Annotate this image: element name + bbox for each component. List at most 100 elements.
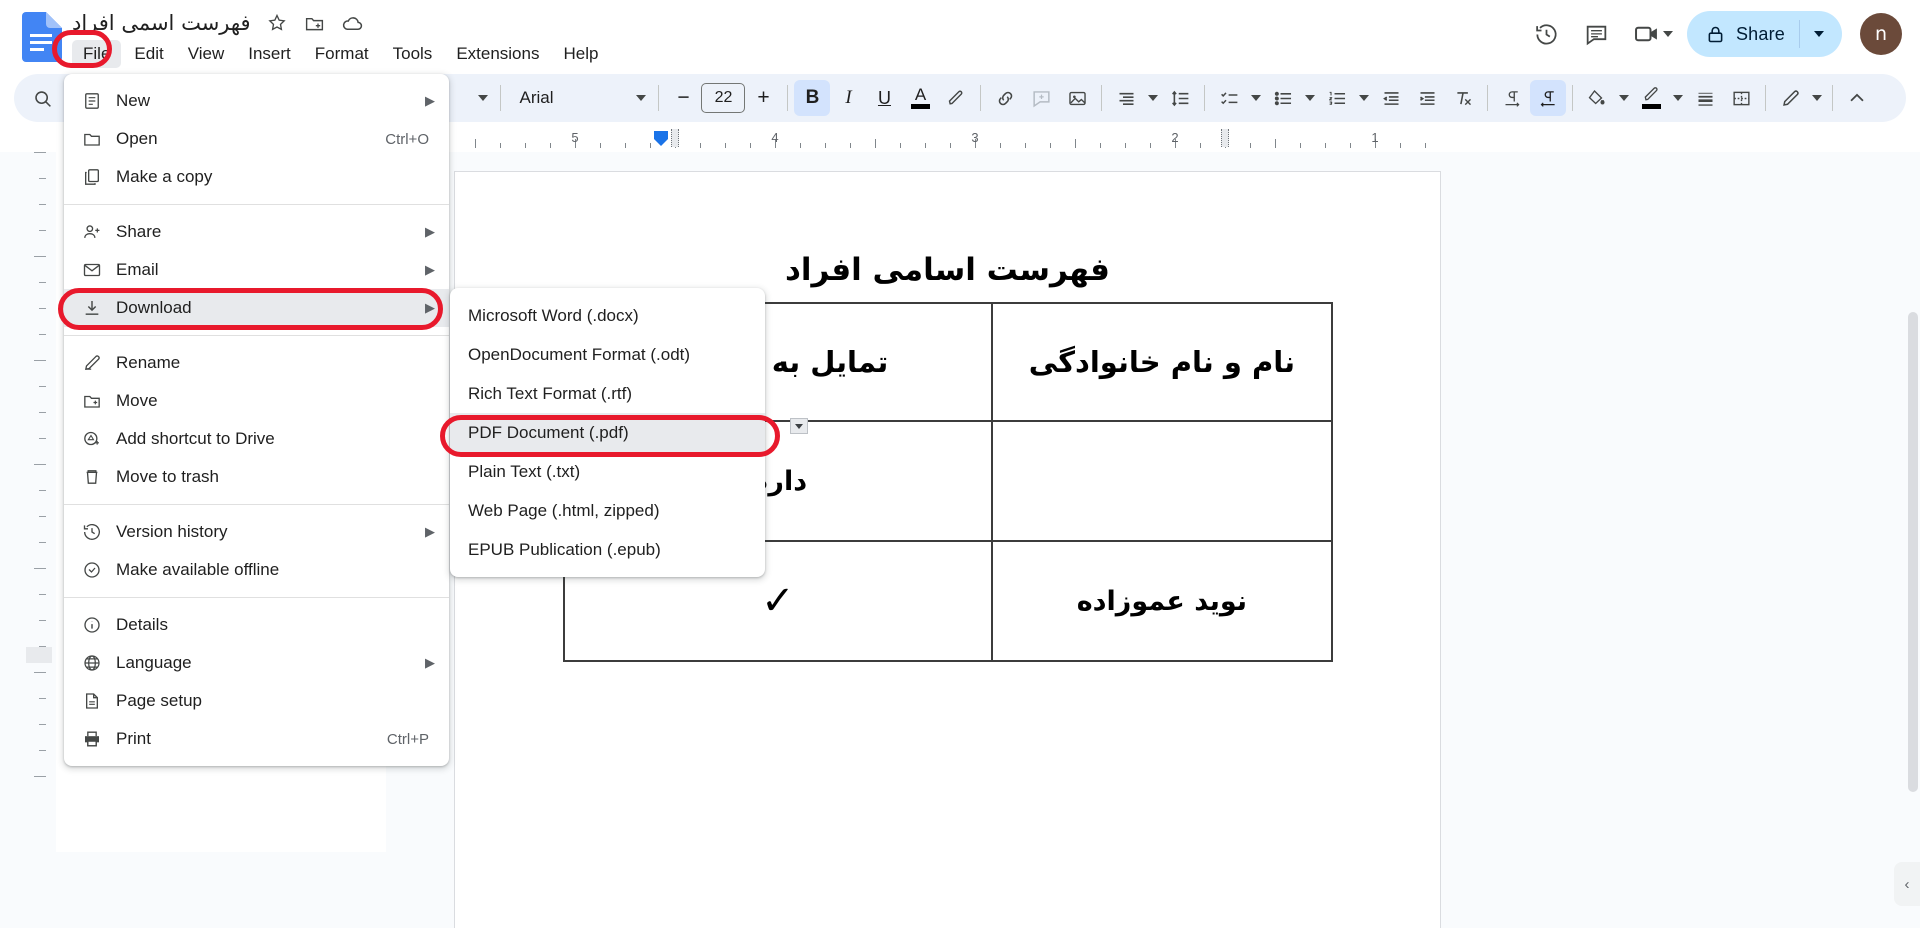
menu-insert[interactable]: Insert (237, 40, 302, 68)
margin-marker-left[interactable] (671, 129, 679, 147)
menu-item-new[interactable]: New ▶ (64, 82, 449, 120)
submenu-item-html[interactable]: Web Page (.html, zipped) (450, 491, 765, 530)
meet-chevron-down-icon[interactable] (1662, 31, 1673, 37)
left-indent-marker[interactable] (653, 130, 669, 152)
file-menu-dropdown[interactable]: New ▶ Open Ctrl+O Make a copy Share ▶ Em… (64, 74, 449, 766)
cloud-saved-icon[interactable] (341, 11, 365, 35)
margin-marker-right[interactable] (1221, 129, 1229, 147)
menu-item-label: Version history (116, 522, 228, 541)
menu-file[interactable]: File (72, 40, 122, 68)
clear-formatting-icon[interactable] (1445, 80, 1481, 116)
checklist-chevron-down-icon[interactable] (1247, 80, 1265, 116)
editing-mode-chevron-down-icon[interactable] (1808, 80, 1826, 116)
italic-button[interactable]: I (830, 80, 866, 116)
vertical-ruler[interactable] (26, 152, 52, 852)
fill-color-chevron-down-icon[interactable] (1615, 80, 1633, 116)
submenu-item-epub[interactable]: EPUB Publication (.epub) (450, 530, 765, 569)
share-chevron-down-icon[interactable] (1802, 17, 1836, 51)
submenu-item-pdf[interactable]: PDF Document (.pdf) (450, 413, 765, 452)
font-family-select[interactable]: Arial (507, 80, 652, 116)
scrollbar-thumb[interactable] (1908, 312, 1918, 792)
table-cell-dropdown-icon[interactable] (790, 418, 808, 434)
info-icon (82, 615, 116, 635)
comment-history-icon[interactable] (1575, 12, 1619, 56)
menu-item-label: Add shortcut to Drive (116, 429, 275, 448)
document-heading: فهرست اسامی افراد (785, 252, 1110, 288)
right-to-left-icon[interactable] (1530, 80, 1567, 116)
border-color-icon[interactable] (1633, 80, 1669, 116)
fill-color-icon[interactable] (1579, 80, 1615, 116)
collapse-toolbar-icon[interactable] (1839, 80, 1875, 116)
menu-tools[interactable]: Tools (382, 40, 444, 68)
numbered-list-chevron-down-icon[interactable] (1355, 80, 1373, 116)
submenu-item-odt[interactable]: OpenDocument Format (.odt) (450, 335, 765, 374)
menu-item-label: Download (116, 298, 192, 317)
menu-item-details[interactable]: Details (64, 606, 449, 644)
decrease-indent-icon[interactable] (1373, 80, 1409, 116)
increase-font-size-button[interactable]: + (745, 80, 781, 116)
border-color-chevron-down-icon[interactable] (1669, 80, 1687, 116)
menu-item-open[interactable]: Open Ctrl+O (64, 120, 449, 158)
insert-image-icon[interactable] (1059, 80, 1095, 116)
underline-button[interactable]: U (866, 80, 902, 116)
increase-indent-icon[interactable] (1409, 80, 1445, 116)
download-submenu[interactable]: Microsoft Word (.docx) OpenDocument Form… (450, 288, 765, 577)
menu-help[interactable]: Help (552, 40, 609, 68)
menu-edit[interactable]: Edit (123, 40, 174, 68)
ruler-track[interactable]: 5 4 3 2 1 (455, 128, 1455, 152)
font-size-input[interactable]: 22 (701, 83, 746, 113)
bulleted-list-chevron-down-icon[interactable] (1301, 80, 1319, 116)
submenu-item-rtf[interactable]: Rich Text Format (.rtf) (450, 374, 765, 413)
align-icon[interactable] (1108, 80, 1144, 116)
document-title[interactable]: فهرست اسمی افراد (72, 11, 251, 35)
decrease-font-size-button[interactable]: − (665, 80, 701, 116)
menu-item-add-shortcut-to-drive[interactable]: Add shortcut to Drive (64, 420, 449, 458)
left-to-right-icon[interactable] (1494, 80, 1530, 116)
star-icon[interactable] (265, 11, 289, 35)
ruler-number-2: 2 (1171, 130, 1179, 145)
menu-item-make-available-offline[interactable]: Make available offline (64, 551, 449, 589)
google-meet-button[interactable] (1625, 12, 1675, 56)
search-icon[interactable] (24, 80, 60, 116)
menu-item-rename[interactable]: Rename (64, 344, 449, 382)
google-docs-logo[interactable] (20, 12, 62, 62)
email-icon (82, 260, 116, 280)
submenu-item-txt[interactable]: Plain Text (.txt) (450, 452, 765, 491)
share-button[interactable]: Share (1686, 11, 1842, 57)
version-history-icon[interactable] (1525, 12, 1569, 56)
bulleted-list-icon[interactable] (1265, 80, 1301, 116)
move-to-folder-icon[interactable] (303, 11, 327, 35)
google-docs-window: فهرست اسمی افراد File Edit View Insert F… (0, 0, 1920, 928)
menu-view[interactable]: View (177, 40, 236, 68)
font-chevron-down-icon (636, 95, 647, 101)
insert-link-icon[interactable] (987, 80, 1023, 116)
highlight-pen-icon[interactable] (938, 80, 974, 116)
avatar[interactable]: n (1860, 13, 1902, 55)
numbered-list-icon[interactable] (1319, 80, 1355, 116)
menu-item-language[interactable]: Language ▶ (64, 644, 449, 682)
line-spacing-icon[interactable] (1162, 80, 1198, 116)
submenu-item-docx[interactable]: Microsoft Word (.docx) (450, 296, 765, 335)
menu-item-move-to-trash[interactable]: Move to trash (64, 458, 449, 496)
border-width-icon[interactable] (1687, 80, 1723, 116)
checklist-icon[interactable] (1211, 80, 1247, 116)
side-panel-expand-button[interactable]: ‹ (1894, 862, 1920, 906)
menu-item-move[interactable]: Move (64, 382, 449, 420)
vertical-margin-handle[interactable] (26, 647, 52, 663)
bold-button[interactable]: B (794, 80, 831, 116)
text-color-button[interactable]: A (902, 80, 938, 116)
border-dash-icon[interactable] (1723, 80, 1759, 116)
menu-item-download[interactable]: Download ▶ (64, 289, 449, 327)
vertical-scrollbar[interactable] (1908, 312, 1918, 928)
menu-item-email[interactable]: Email ▶ (64, 251, 449, 289)
menu-item-make-a-copy[interactable]: Make a copy (64, 158, 449, 196)
menu-item-version-history[interactable]: Version history ▶ (64, 513, 449, 551)
menu-item-page-setup[interactable]: Page setup (64, 682, 449, 720)
menu-item-share[interactable]: Share ▶ (64, 213, 449, 251)
editing-mode-pencil-icon[interactable] (1772, 80, 1808, 116)
menu-item-print[interactable]: Print Ctrl+P (64, 720, 449, 758)
align-chevron-down-icon[interactable] (1144, 80, 1162, 116)
menu-format[interactable]: Format (304, 40, 380, 68)
menu-extensions[interactable]: Extensions (445, 40, 550, 68)
add-comment-icon[interactable] (1023, 80, 1059, 116)
